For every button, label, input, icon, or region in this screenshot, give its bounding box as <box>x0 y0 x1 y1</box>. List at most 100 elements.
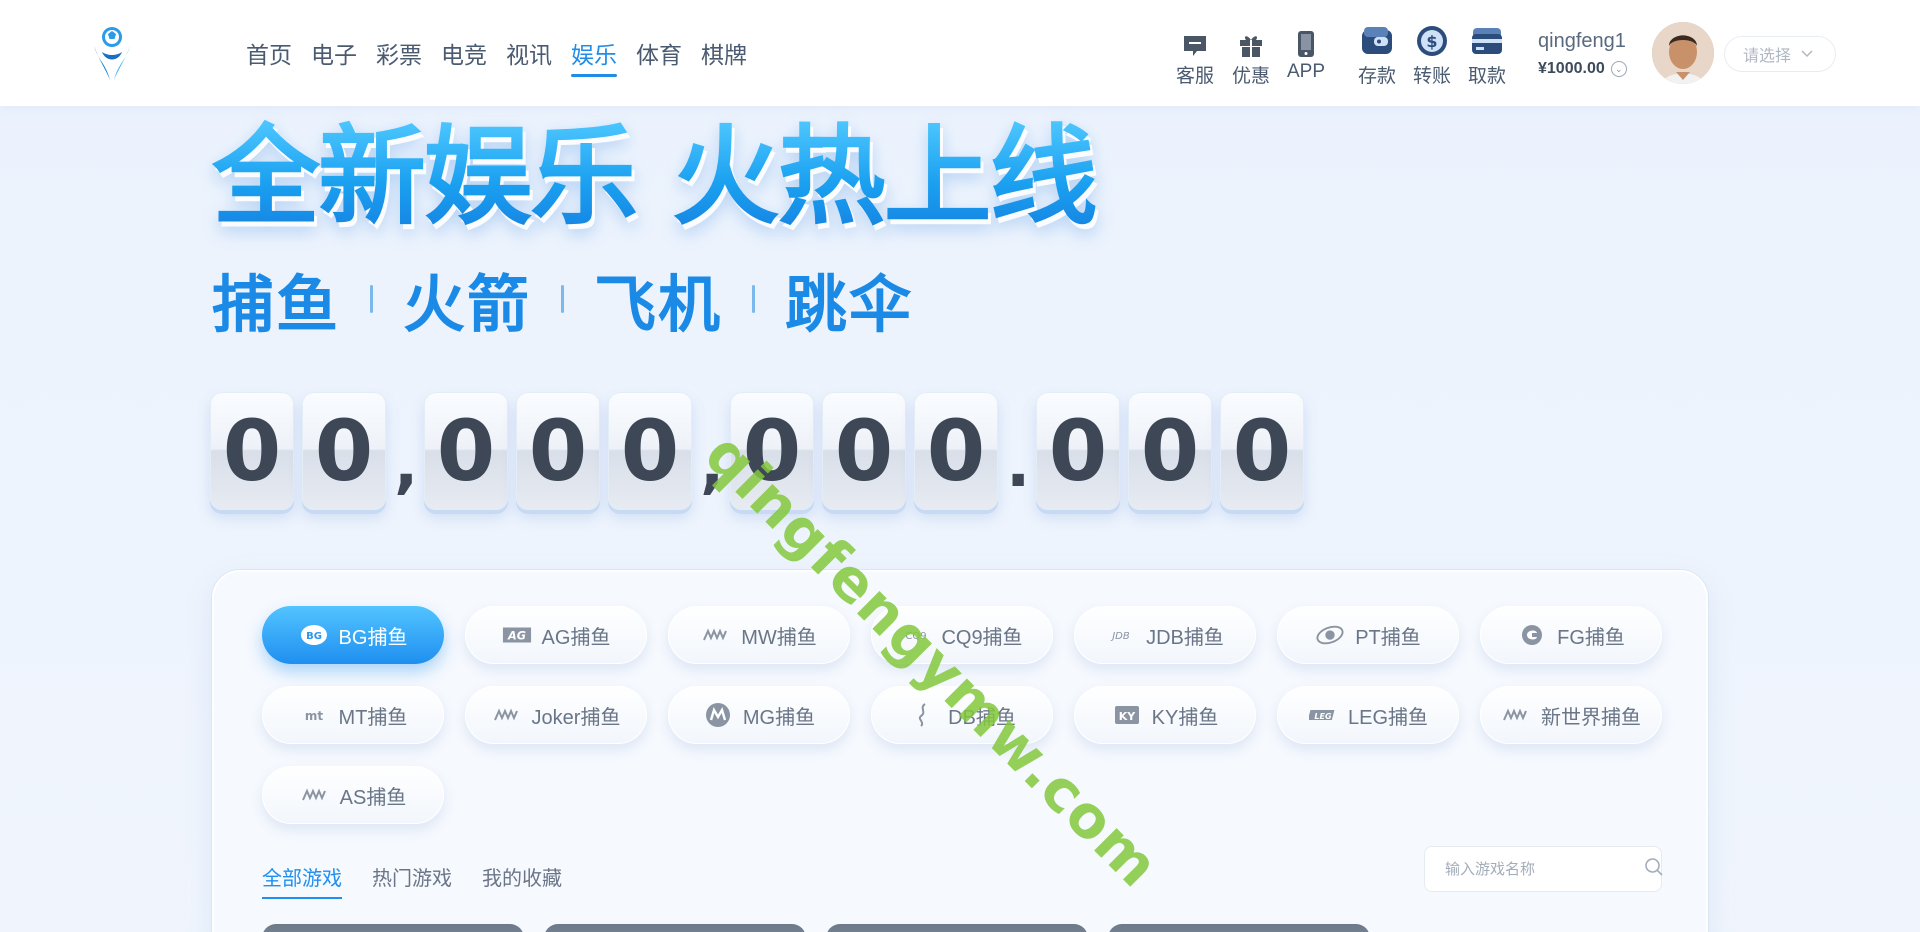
counter-digit: 0 <box>1128 392 1212 510</box>
game-tabs: 全部游戏 热门游戏 我的收藏 <box>262 862 562 899</box>
db-logo-icon <box>908 703 938 727</box>
chip-label: 新世界捕鱼 <box>1541 706 1641 729</box>
chip-label: MT捕鱼 <box>338 706 408 729</box>
chip-label: BG捕鱼 <box>338 626 408 649</box>
nav-slots[interactable]: 电子 <box>311 0 357 106</box>
transfer-button[interactable]: $ 转账 <box>1413 22 1451 88</box>
game-card[interactable] <box>826 924 1088 932</box>
hero-subtitle: 捕鱼 火箭 飞机 跳伞 <box>212 262 913 341</box>
counter-digit: 0 <box>608 392 692 510</box>
chip-xsj[interactable]: 新世界捕鱼 <box>1480 686 1662 744</box>
deposit-button[interactable]: 存款 <box>1358 22 1396 88</box>
chip-label: LEG捕鱼 <box>1347 706 1429 729</box>
subtitle-parachute: 跳伞 <box>785 268 914 341</box>
tab-all-games[interactable]: 全部游戏 <box>262 862 342 899</box>
jdb-logo-icon: JDB <box>1106 624 1136 646</box>
nav-sports[interactable]: 体育 <box>636 0 682 106</box>
nav-home[interactable]: 首页 <box>246 0 292 106</box>
site-logo[interactable] <box>88 24 136 82</box>
game-search <box>1424 846 1664 892</box>
service-label: 客服 <box>1176 66 1215 87</box>
nav-chess[interactable]: 棋牌 <box>701 0 747 106</box>
chip-leg[interactable]: LEG LEG捕鱼 <box>1277 686 1459 744</box>
counter-digit: 0 <box>210 392 294 510</box>
game-card[interactable] <box>262 924 524 932</box>
chip-bg[interactable]: BG BG捕鱼 <box>262 606 444 664</box>
tab-favorites[interactable]: 我的收藏 <box>482 862 562 899</box>
nav-live[interactable]: 视讯 <box>506 0 552 106</box>
counter-digit: 0 <box>516 392 600 510</box>
subtitle-rocket: 火箭 <box>403 268 532 341</box>
gift-icon <box>1238 28 1264 58</box>
chip-joker[interactable]: Joker捕鱼 <box>465 686 647 744</box>
chip-jdb[interactable]: JDB JDB捕鱼 <box>1074 606 1256 664</box>
wallet-icon <box>1360 22 1394 58</box>
main-nav: 首页 电子 彩票 电竞 视讯 娱乐 体育 棋牌 <box>246 0 766 106</box>
svg-text:JDB: JDB <box>1110 631 1130 642</box>
nav-entertainment[interactable]: 娱乐 <box>571 0 617 106</box>
promo-button[interactable]: 优惠 <box>1232 28 1270 88</box>
chip-label: MG捕鱼 <box>742 706 816 729</box>
divider <box>370 285 374 313</box>
mw-logo-icon <box>701 624 731 646</box>
withdraw-button[interactable]: 取款 <box>1468 22 1506 88</box>
chip-label: KY捕鱼 <box>1151 706 1219 729</box>
subtitle-fishing: 捕鱼 <box>212 268 341 341</box>
leg-logo-icon: LEG <box>1308 704 1338 726</box>
chip-label: DB捕鱼 <box>948 706 1016 729</box>
chip-mg[interactable]: MG捕鱼 <box>668 686 850 744</box>
nav-lottery[interactable]: 彩票 <box>376 0 422 106</box>
counter-separator: , <box>394 428 419 502</box>
chip-pt[interactable]: PT捕鱼 <box>1277 606 1459 664</box>
cq9-logo-icon: CQ9 <box>901 624 931 646</box>
counter-digit: 0 <box>302 392 386 510</box>
ag-logo-icon: AG <box>502 624 532 646</box>
chip-label: AS捕鱼 <box>339 786 407 809</box>
chip-cq9[interactable]: CQ9 CQ9捕鱼 <box>871 606 1053 664</box>
chevron-down-icon[interactable]: ⌄ <box>1610 61 1627 77</box>
mt-logo-icon: mt <box>299 704 329 726</box>
hero-title: 全新娱乐 火热上线 <box>212 115 1098 240</box>
chip-label: AG捕鱼 <box>541 626 611 649</box>
chip-mt[interactable]: mt MT捕鱼 <box>262 686 444 744</box>
svg-text:AG: AG <box>507 630 526 643</box>
avatar[interactable] <box>1652 22 1714 84</box>
svg-text:LEG: LEG <box>1314 712 1332 721</box>
xsj-logo-icon <box>1501 704 1531 726</box>
counter-digit: 0 <box>1036 392 1120 510</box>
chip-label: Joker捕鱼 <box>531 706 621 729</box>
search-icon[interactable] <box>1644 857 1664 882</box>
username: qingfeng1 <box>1538 30 1626 52</box>
search-input[interactable] <box>1445 860 1644 878</box>
game-card-list <box>262 924 1370 932</box>
tab-hot-games[interactable]: 热门游戏 <box>372 862 452 899</box>
chip-ag[interactable]: AG AG捕鱼 <box>465 606 647 664</box>
balance[interactable]: ¥1000.00 ⌄ <box>1538 60 1627 78</box>
ky-logo-icon: KY <box>1112 704 1142 726</box>
svg-text:mt: mt <box>304 709 323 722</box>
svg-text:CQ9: CQ9 <box>906 631 927 642</box>
language-select[interactable]: 请选择 <box>1724 36 1836 72</box>
card-icon <box>1470 22 1504 58</box>
dollar-coin-icon: $ <box>1415 22 1449 58</box>
service-button[interactable]: 客服 <box>1176 28 1214 88</box>
jackpot-counter: 0 0 , 0 0 0 , 0 0 0 . 0 0 0 <box>210 390 1312 510</box>
counter-digit: 0 <box>822 392 906 510</box>
chip-db[interactable]: DB捕鱼 <box>871 686 1053 744</box>
pt-logo-icon <box>1315 624 1345 646</box>
joker-logo-icon <box>492 704 522 726</box>
app-button[interactable]: APP <box>1287 28 1325 83</box>
game-card[interactable] <box>1108 924 1370 932</box>
chip-mw[interactable]: MW捕鱼 <box>668 606 850 664</box>
game-card[interactable] <box>544 924 806 932</box>
chat-icon <box>1182 28 1208 58</box>
chip-label: CQ9捕鱼 <box>941 626 1023 649</box>
chip-ky[interactable]: KY KY捕鱼 <box>1074 686 1256 744</box>
chip-fg[interactable]: FG捕鱼 <box>1480 606 1662 664</box>
select-value: 请选择 <box>1743 48 1792 65</box>
chip-as[interactable]: AS捕鱼 <box>262 766 444 824</box>
promo-label: 优惠 <box>1232 66 1271 87</box>
divider <box>561 285 565 313</box>
nav-esports[interactable]: 电竞 <box>441 0 487 106</box>
counter-separator: , <box>700 428 725 502</box>
